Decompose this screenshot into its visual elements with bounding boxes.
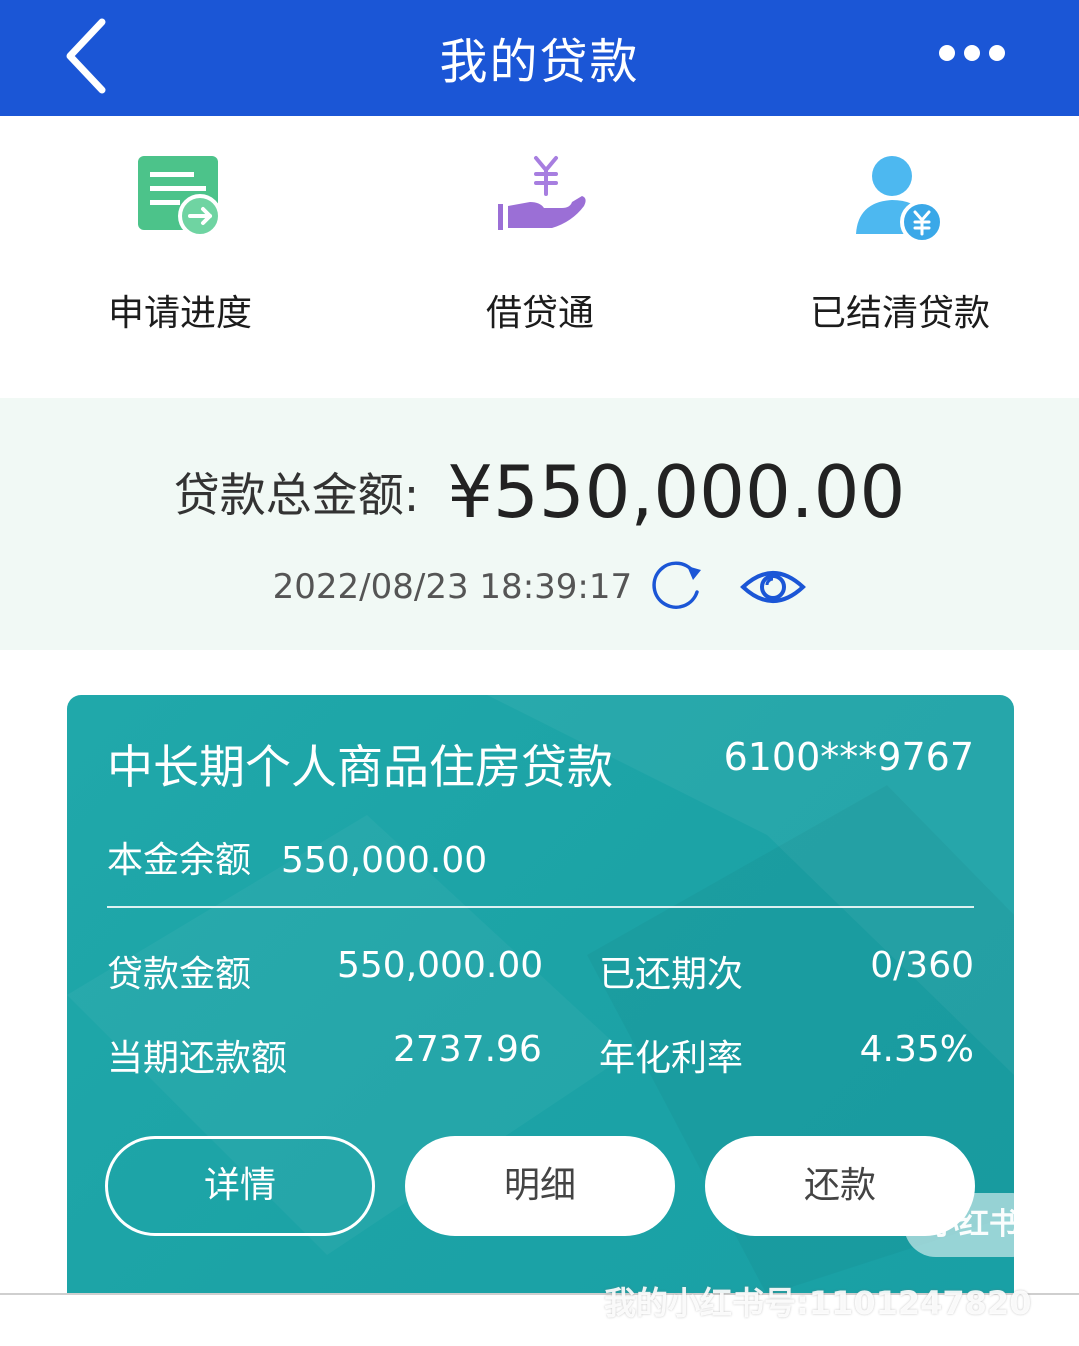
total-amount-value: ¥550,000.00: [447, 450, 906, 534]
loan-pass-entry[interactable]: 借贷通: [360, 146, 720, 376]
principal-balance-value: 550,000.00: [281, 840, 488, 881]
watermark-badge: 小红书: [904, 1193, 1044, 1257]
current-payment-value: 2737.96: [393, 1029, 542, 1070]
apply-progress-label: 申请进度: [107, 293, 252, 334]
statement-button[interactable]: 明细: [405, 1136, 675, 1236]
document-arrow-icon: [138, 156, 222, 238]
annual-rate-label: 年化利率: [599, 1038, 744, 1079]
settled-loans-label: 已结清贷款: [809, 293, 990, 334]
loan-card: 中长期个人商品住房贷款 6100***9767 本金余额 550,000.00 贷…: [67, 695, 1014, 1295]
total-amount-label: 贷款总金额:: [173, 468, 420, 522]
loan-account-number: 6100***9767: [723, 735, 974, 779]
hand-yuan-icon: [498, 156, 586, 230]
total-loan-panel: 贷款总金额: ¥550,000.00 2022/08/23 18:39:17: [0, 398, 1079, 650]
page-title: 我的贷款: [439, 34, 640, 90]
quick-entry-bar: 申请进度 借贷通 已结清贷款: [0, 116, 1079, 398]
loan-product-name: 中长期个人商品住房贷款: [107, 740, 613, 794]
timestamp-row: 2022/08/23 18:39:17: [0, 558, 1079, 616]
loan-amount-label: 贷款金额: [107, 954, 252, 995]
loan-pass-label: 借贷通: [485, 293, 594, 334]
apply-progress-entry[interactable]: 申请进度: [0, 146, 360, 376]
update-timestamp: 2022/08/23 18:39:17: [272, 567, 633, 607]
principal-balance-label: 本金余额: [107, 840, 252, 881]
current-payment-label: 当期还款额: [107, 1038, 288, 1079]
repaid-terms-value: 0/360: [870, 945, 974, 986]
repaid-terms-label: 已还期次: [599, 954, 744, 995]
loan-amount-value: 550,000.00: [337, 945, 544, 986]
card-divider: [107, 906, 974, 908]
annual-rate-value: 4.35%: [859, 1029, 974, 1070]
watermark-account: 我的小红书号:1101247820: [604, 1284, 1032, 1322]
refresh-icon[interactable]: [647, 558, 705, 616]
total-amount-row: 贷款总金额: ¥550,000.00: [0, 450, 1079, 534]
eye-visibility-icon[interactable]: [740, 563, 807, 611]
settled-loans-entry[interactable]: 已结清贷款: [720, 146, 1079, 376]
principal-balance: 本金余额 550,000.00: [107, 831, 487, 883]
details-button[interactable]: 详情: [105, 1136, 375, 1236]
user-yuan-icon: [856, 156, 944, 244]
top-nav-bar: 我的贷款: [0, 0, 1079, 116]
more-options-icon[interactable]: [937, 40, 1007, 66]
